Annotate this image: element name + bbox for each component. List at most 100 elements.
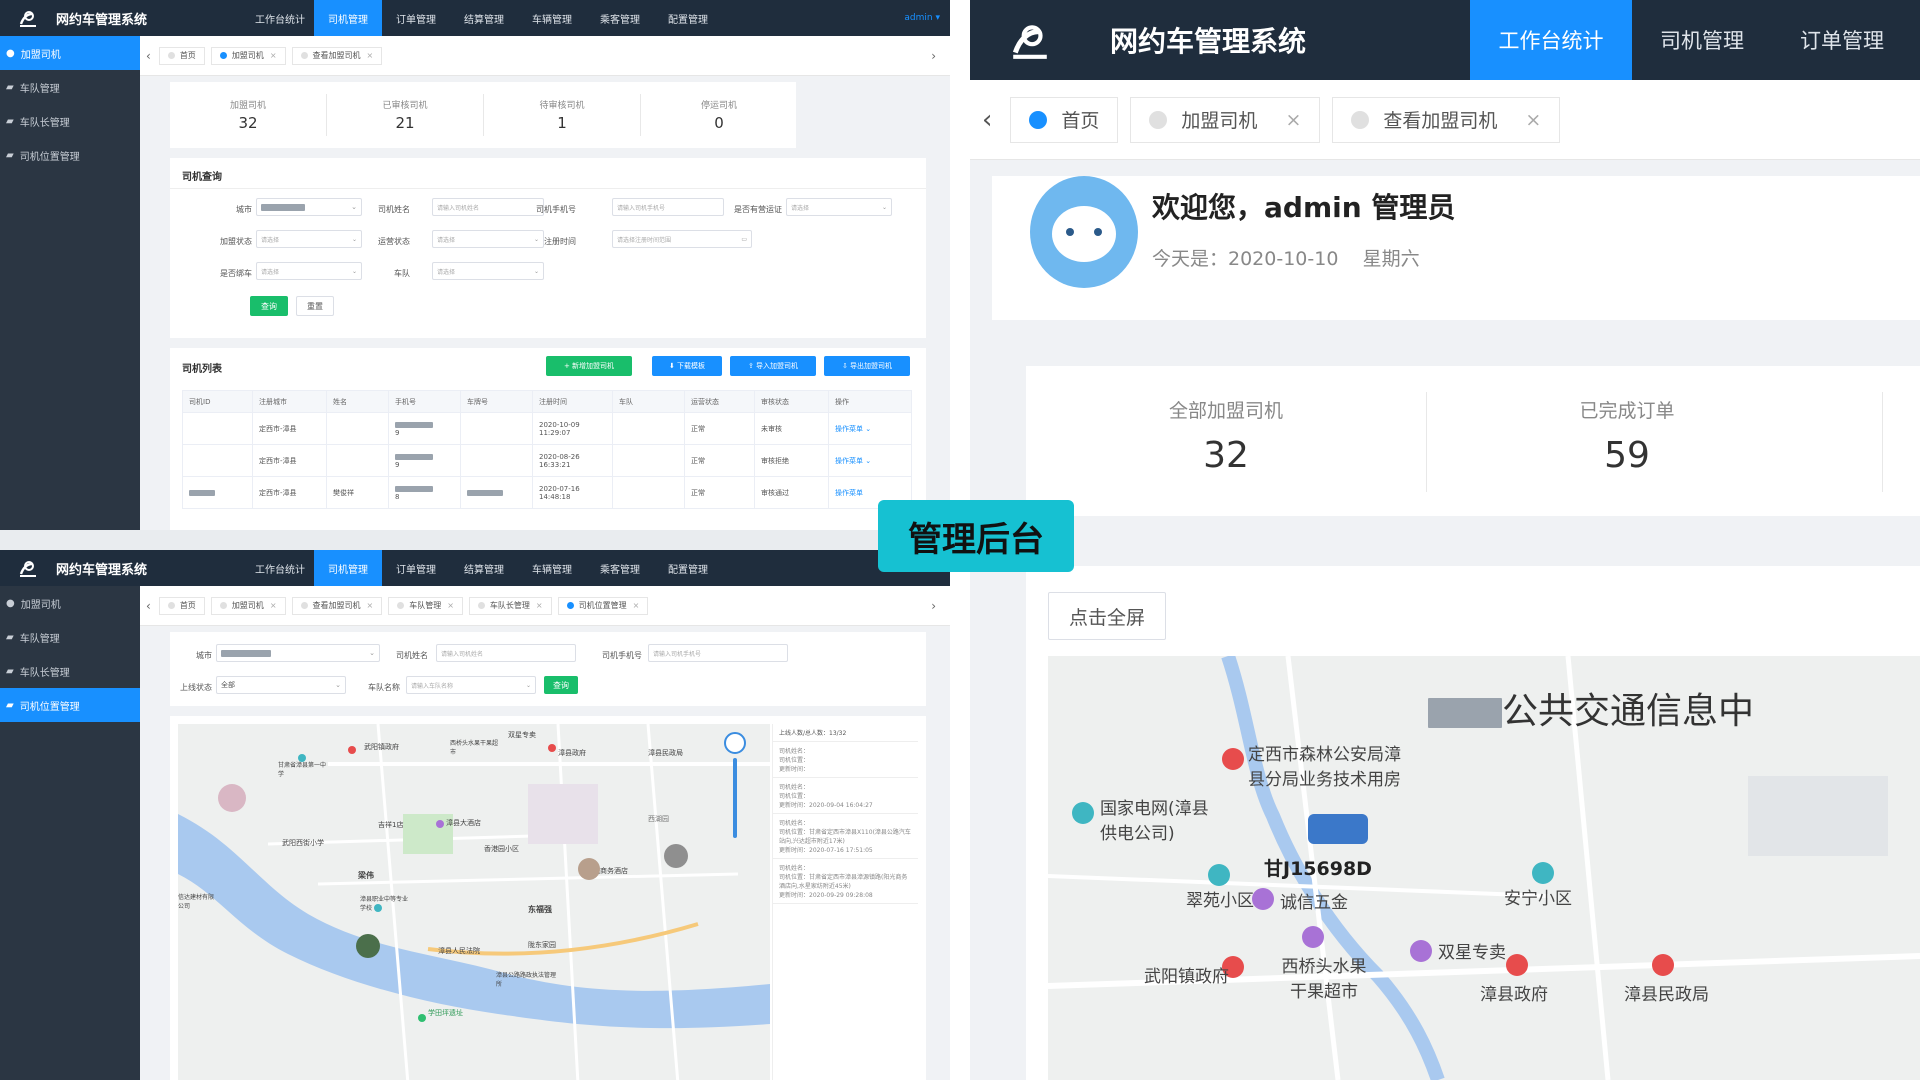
join-status-select[interactable]: 请选择 ⌄ xyxy=(256,230,362,248)
tabs-left-arrow-icon[interactable]: ‹ xyxy=(146,49,151,63)
driver-info-block[interactable]: 司机姓名： 司机位置： 更新时间： xyxy=(773,742,918,778)
admin-menu[interactable]: admin ▾ xyxy=(904,0,950,36)
driver-map[interactable]: 双星专卖 西桥头水果干果超市 武阳镇政府 漳县政府 漳县民政局 甘肃省漳县第一中… xyxy=(178,724,770,1080)
map-marker-icon[interactable] xyxy=(348,746,356,754)
driver-avatar-icon[interactable] xyxy=(356,934,380,958)
tab-join-driver[interactable]: 加盟司机 × xyxy=(210,596,286,615)
map-marker-icon[interactable] xyxy=(1072,802,1094,824)
tab-home[interactable]: 首页 xyxy=(158,596,205,615)
driver-info-block[interactable]: 司机姓名： 司机位置：甘肃省定西市漳县X110(漳县公路汽车站向,兴达超市附近17… xyxy=(773,814,918,859)
sidebar-item-fleet-leader[interactable]: ▰ 车队长管理 xyxy=(0,654,140,688)
map-marker-icon[interactable] xyxy=(1222,748,1244,770)
fleet-name-select[interactable]: 请输入车队名称 ⌄ xyxy=(406,676,536,694)
close-icon[interactable]: × xyxy=(536,601,543,610)
vehicle-map[interactable]: 公共交通信息中 定西市森林公安局漳县分局业务技术用房 国家电网(漳县供电公司) … xyxy=(1048,656,1920,1080)
nav-workbench[interactable]: 工作台统计 xyxy=(246,550,314,586)
close-icon[interactable]: × xyxy=(1285,109,1301,131)
driver-phone-input[interactable]: 请输入司机手机号 xyxy=(612,198,724,216)
reg-time-picker[interactable]: 请选择注册时间范围 ▭ xyxy=(612,230,752,248)
map-marker-icon[interactable] xyxy=(374,904,382,912)
nav-order[interactable]: 订单管理 xyxy=(382,550,450,586)
zoom-slider[interactable] xyxy=(733,758,737,838)
nav-passenger[interactable]: 乘客管理 xyxy=(586,0,654,36)
op-menu-link[interactable]: 操作菜单 xyxy=(835,457,863,465)
nav-order[interactable]: 订单管理 xyxy=(382,0,450,36)
tab-view-driver[interactable]: 查看加盟司机 × xyxy=(291,596,383,615)
map-zoom-control[interactable] xyxy=(724,732,746,842)
map-marker-icon[interactable] xyxy=(1532,862,1554,884)
export-driver-button[interactable]: ⇩ 导出加盟司机 xyxy=(824,356,910,376)
tab-driver-location[interactable]: 司机位置管理 × xyxy=(557,596,649,615)
nav-vehicle[interactable]: 车辆管理 xyxy=(518,550,586,586)
fleet-select[interactable]: 请选择 ⌄ xyxy=(432,262,544,280)
tab-join-driver[interactable]: 加盟司机 × xyxy=(1130,96,1321,143)
driver-avatar-icon[interactable] xyxy=(578,858,600,880)
nav-driver[interactable]: 司机管理 xyxy=(314,550,382,586)
add-driver-button[interactable]: + 新增加盟司机 xyxy=(546,356,632,376)
sidebar-item-driver-location[interactable]: ▰ 司机位置管理 xyxy=(0,138,140,172)
driver-info-block[interactable]: 司机姓名： 司机位置： 更新时间：2020-09-04 16:04:27 xyxy=(773,778,918,814)
nav-config[interactable]: 配置管理 xyxy=(654,550,722,586)
driver-avatar-icon[interactable] xyxy=(664,844,688,868)
city-select[interactable]: ⌄ xyxy=(256,198,362,216)
map-marker-icon[interactable] xyxy=(548,744,556,752)
city-select[interactable]: ⌄ xyxy=(216,644,380,662)
sidebar-item-join-driver[interactable]: ● 加盟司机 xyxy=(0,586,140,620)
download-template-button[interactable]: ⬇ 下载模板 xyxy=(652,356,722,376)
sidebar-item-fleet[interactable]: ▰ 车队管理 xyxy=(0,70,140,104)
map-marker-icon[interactable] xyxy=(1302,926,1324,948)
driver-info-block[interactable]: 司机姓名： 司机位置：甘肃省定西市漳县漳源镇路(阳光商务酒店向,水星家纺附近45米… xyxy=(773,859,918,904)
tab-join-driver[interactable]: 加盟司机 × xyxy=(210,46,286,65)
nav-driver[interactable]: 司机管理 xyxy=(1632,0,1772,80)
nav-passenger[interactable]: 乘客管理 xyxy=(586,550,654,586)
tab-view-driver[interactable]: 查看加盟司机 × xyxy=(1332,96,1561,143)
close-icon[interactable]: × xyxy=(270,51,277,60)
map-marker-icon[interactable] xyxy=(1208,864,1230,886)
compass-icon[interactable] xyxy=(724,732,746,754)
reset-button[interactable]: 重置 xyxy=(296,296,334,316)
search-button[interactable]: 查询 xyxy=(544,676,578,694)
tabs-left-arrow-icon[interactable]: ‹ xyxy=(982,105,992,135)
bus-icon[interactable] xyxy=(1308,814,1368,844)
nav-driver[interactable]: 司机管理 xyxy=(314,0,382,36)
bound-select[interactable]: 请选择 ⌄ xyxy=(256,262,362,280)
map-marker-icon[interactable] xyxy=(1410,940,1432,962)
map-marker-icon[interactable] xyxy=(418,1014,426,1022)
map-marker-icon[interactable] xyxy=(1506,954,1528,976)
tab-fleet[interactable]: 车队管理 × xyxy=(388,596,463,615)
tab-view-driver[interactable]: 查看加盟司机 × xyxy=(291,46,383,65)
tabs-left-arrow-icon[interactable]: ‹ xyxy=(146,599,151,613)
cell-op[interactable]: 操作菜单 ⌄ xyxy=(828,412,912,445)
close-icon[interactable]: × xyxy=(270,601,277,610)
sidebar-item-driver-location[interactable]: ▰ 司机位置管理 xyxy=(0,688,140,722)
map-marker-icon[interactable] xyxy=(1252,888,1274,910)
tab-home[interactable]: 首页 xyxy=(1010,96,1119,143)
close-icon[interactable]: × xyxy=(367,601,374,610)
driver-phone-input[interactable]: 请输入司机手机号 xyxy=(648,644,788,662)
map-marker-icon[interactable] xyxy=(1652,954,1674,976)
map-marker-icon[interactable] xyxy=(436,820,444,828)
search-button[interactable]: 查询 xyxy=(250,296,288,316)
map-marker-icon[interactable] xyxy=(298,754,306,762)
fullscreen-button[interactable]: 点击全屏 xyxy=(1048,592,1166,640)
nav-workbench[interactable]: 工作台统计 xyxy=(246,0,314,36)
import-driver-button[interactable]: ⇪ 导入加盟司机 xyxy=(730,356,816,376)
op-menu-link[interactable]: 操作菜单 xyxy=(835,425,863,433)
tab-fleet-leader[interactable]: 车队长管理 × xyxy=(468,596,552,615)
nav-order[interactable]: 订单管理 xyxy=(1772,0,1912,80)
has-license-select[interactable]: 请选择 ⌄ xyxy=(786,198,892,216)
tabs-right-arrow-icon[interactable]: › xyxy=(931,49,936,63)
driver-avatar-icon[interactable] xyxy=(218,784,246,812)
tabs-right-arrow-icon[interactable]: › xyxy=(931,599,936,613)
tab-home[interactable]: 首页 xyxy=(158,46,205,65)
cell-op[interactable]: 操作菜单 ⌄ xyxy=(828,444,912,477)
driver-name-input[interactable]: 请输入司机姓名 xyxy=(436,644,576,662)
close-icon[interactable]: × xyxy=(367,51,374,60)
nav-settlement[interactable]: 结算管理 xyxy=(450,0,518,36)
nav-config[interactable]: 配置管理 xyxy=(654,0,722,36)
nav-vehicle[interactable]: 车辆管理 xyxy=(518,0,586,36)
close-icon[interactable]: × xyxy=(633,601,640,610)
close-icon[interactable]: × xyxy=(1525,109,1541,131)
sidebar-item-fleet[interactable]: ▰ 车队管理 xyxy=(0,620,140,654)
op-menu-link[interactable]: 操作菜单 xyxy=(835,489,863,497)
